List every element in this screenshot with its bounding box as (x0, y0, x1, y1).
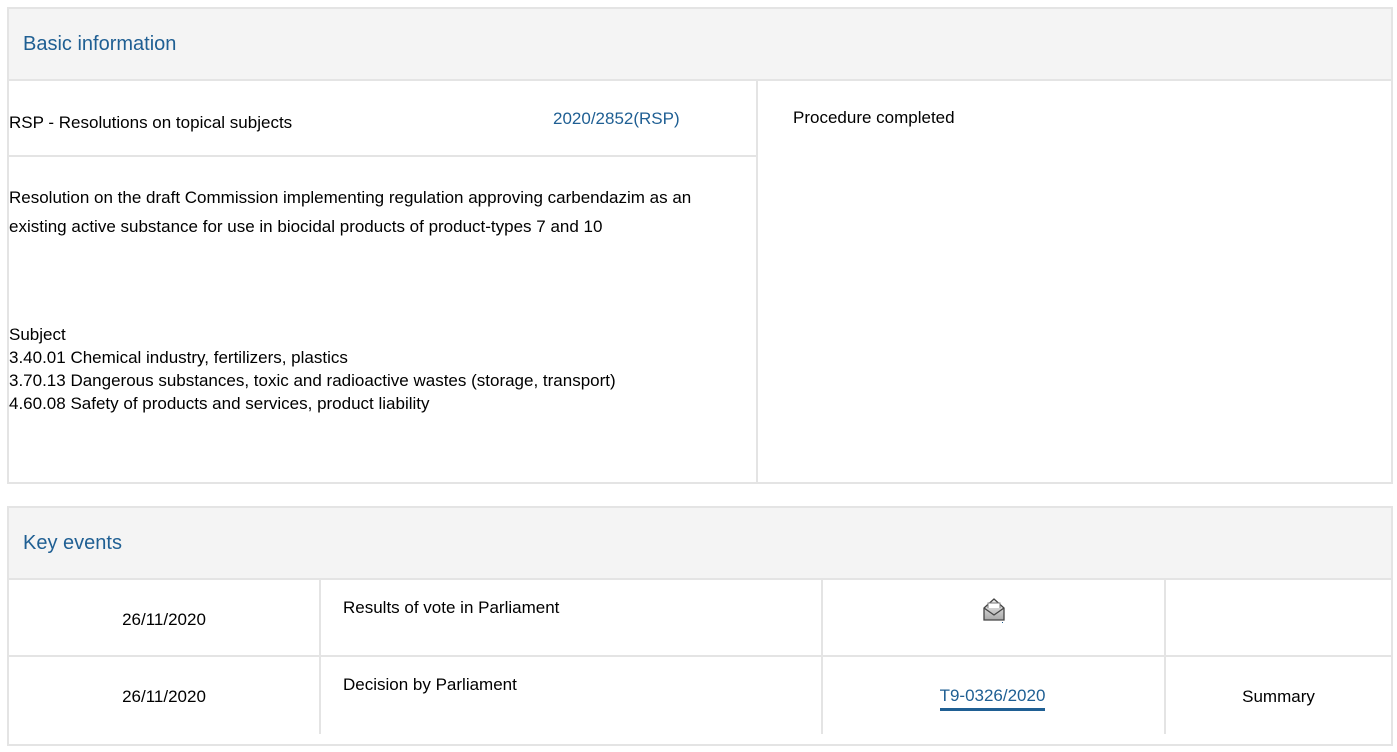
procedure-row: RSP - Resolutions on topical subjects 20… (9, 81, 756, 157)
section-header: Key events (9, 508, 1391, 580)
subject-label: Subject (9, 325, 66, 344)
summary-link[interactable]: Summary (1164, 657, 1393, 734)
section-header: Basic information (9, 9, 1391, 81)
event-title: Decision by Parliament (343, 675, 517, 694)
basic-information-panel: Basic information RSP - Resolutions on t… (7, 7, 1393, 484)
event-row: 26/11/2020 Decision by Parliament T9-032… (9, 657, 1391, 734)
event-date: 26/11/2020 (122, 610, 206, 629)
column-divider (821, 580, 823, 655)
procedure-type: RSP - Resolutions on topical subjects (9, 113, 293, 132)
subject-block: Subject 3.40.01 Chemical industry, ferti… (9, 323, 749, 415)
document-link[interactable]: T9-0326/2020 (939, 686, 1046, 711)
event-summary (1164, 580, 1393, 655)
column-divider (319, 657, 321, 734)
procedure-title: Resolution on the draft Commission imple… (9, 188, 692, 236)
event-date: 26/11/2020 (122, 687, 206, 706)
envelope-icon[interactable] (982, 597, 1006, 628)
procedure-details: RSP - Resolutions on topical subjects 20… (9, 81, 756, 482)
subject-item: 4.60.08 Safety of products and services,… (9, 394, 430, 413)
procedure-reference-link[interactable]: 2020/2852(RSP) (553, 109, 680, 129)
subject-item: 3.40.01 Chemical industry, fertilizers, … (9, 348, 348, 367)
status-column: Procedure completed (758, 81, 1391, 482)
document-cell: T9-0326/2020 (821, 657, 1164, 734)
subject-item: 3.70.13 Dangerous substances, toxic and … (9, 371, 616, 390)
key-events-panel: Key events 26/11/2020 Results of vote in… (7, 506, 1393, 746)
procedure-status: Procedure completed (793, 108, 955, 127)
event-row: 26/11/2020 Results of vote in Parliament (9, 580, 1391, 657)
column-divider (319, 580, 321, 655)
